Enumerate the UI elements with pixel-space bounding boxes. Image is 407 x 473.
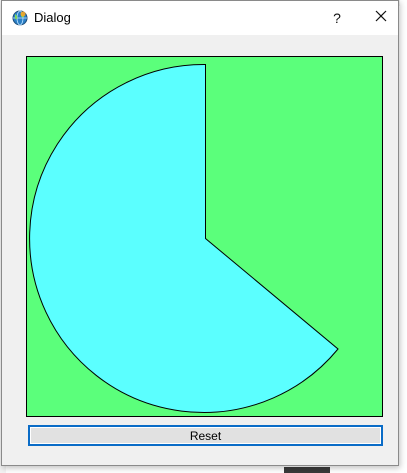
background-dark-block-bottom (284, 467, 330, 473)
close-icon (375, 9, 387, 27)
pie-canvas-svg (29, 63, 339, 413)
title-bar: Dialog ? (2, 1, 398, 35)
close-button[interactable] (364, 1, 398, 35)
reset-button-label: Reset (189, 428, 222, 443)
dialog-window: Dialog ? Reset (1, 0, 399, 466)
help-button[interactable]: ? (320, 1, 354, 35)
app-globe-icon (12, 10, 28, 26)
pie-sector-shape (29, 63, 339, 413)
paint-canvas[interactable] (26, 56, 383, 417)
reset-button[interactable]: Reset (28, 425, 383, 446)
background-right-strip (400, 0, 407, 473)
dialog-title: Dialog (34, 10, 71, 25)
